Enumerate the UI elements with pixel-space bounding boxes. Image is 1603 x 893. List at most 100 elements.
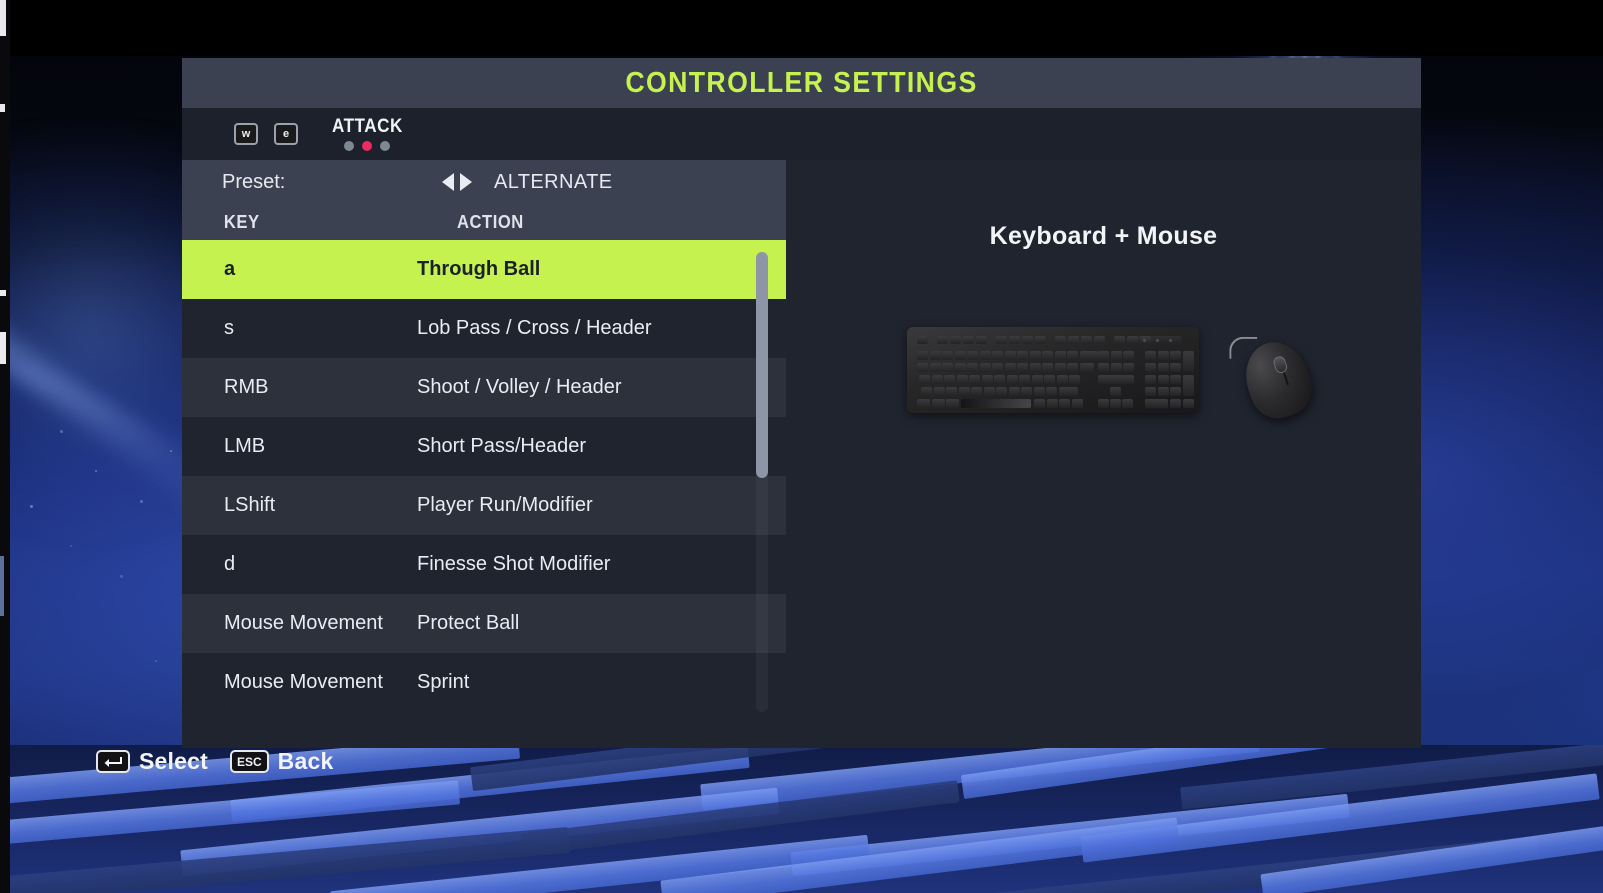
- keyboard-keycap: [1032, 375, 1043, 384]
- keyboard-keycap: [1047, 399, 1058, 408]
- row-key: RMB: [182, 376, 417, 399]
- keyboard-keycap: [1030, 351, 1041, 360]
- preset-next-arrow-icon[interactable]: [460, 173, 472, 191]
- keyboard-keycap: [1046, 387, 1057, 396]
- keybind-list[interactable]: a Through Ball s Lob Pass / Cross / Header R…: [182, 240, 786, 720]
- keyboard-keycap: [1044, 375, 1055, 384]
- keyboard-keycap: [963, 336, 974, 344]
- keyboard-keycap: [1094, 336, 1105, 344]
- row-action: Player Run/Modifier: [417, 494, 593, 517]
- keyboard-keycap: [1017, 363, 1028, 372]
- prev-tab-key-icon[interactable]: w: [234, 123, 258, 145]
- device-title: Keyboard + Mouse: [786, 222, 1421, 251]
- keyboard-keycap: [1034, 387, 1045, 396]
- device-illustration: [786, 303, 1421, 483]
- keyboard-keycap: [1110, 387, 1121, 396]
- row-key: LMB: [182, 435, 417, 458]
- row-key: Mouse Movement: [182, 612, 417, 635]
- table-row[interactable]: LMB Short Pass/Header: [182, 417, 786, 476]
- keyboard-keycap: [1030, 363, 1041, 372]
- keyboard-keycap: [955, 363, 966, 372]
- row-key: d: [182, 553, 417, 576]
- keyboard-keycap: [982, 375, 993, 384]
- table-row[interactable]: LShift Player Run/Modifier: [182, 476, 786, 535]
- keyboard-keycap: [1019, 375, 1030, 384]
- preset-selector[interactable]: Preset: ALTERNATE: [222, 160, 786, 204]
- keyboard-keycap: [930, 351, 941, 360]
- keyboard-keycap: [1122, 399, 1133, 408]
- row-action: Short Pass/Header: [417, 435, 586, 458]
- keyboard-keycap: [917, 351, 928, 360]
- keyboard-keycap: [1098, 399, 1109, 408]
- pager-dot-active[interactable]: [362, 141, 372, 151]
- keyboard-keycap: [1158, 375, 1169, 384]
- row-action: Lob Pass / Cross / Header: [417, 317, 652, 340]
- keyboard-keycap: [1042, 351, 1053, 360]
- pager-dot[interactable]: [344, 141, 354, 151]
- keyboard-keycap: [917, 336, 928, 344]
- keyboard-keycap: [1114, 336, 1125, 344]
- keyboard-keycap: [994, 375, 1005, 384]
- keyboard-keycap: [1110, 399, 1121, 408]
- table-row[interactable]: a Through Ball: [182, 240, 786, 299]
- keyboard-keycap: [996, 387, 1007, 396]
- keyboard-keycap: [1009, 336, 1020, 344]
- table-row[interactable]: Mouse Movement Protect Ball: [182, 594, 786, 653]
- preset-value: ALTERNATE: [494, 171, 612, 194]
- table-row[interactable]: Mouse Movement Sprint: [182, 653, 786, 712]
- keyboard-keycap: [980, 351, 991, 360]
- tab-attack[interactable]: ATTACK: [328, 117, 407, 151]
- table-row[interactable]: d Finesse Shot Modifier: [182, 535, 786, 594]
- row-action: Sprint: [417, 671, 469, 694]
- keyboard-keycap: [950, 336, 961, 344]
- keyboard-keycap: [1183, 399, 1194, 408]
- keyboard-keycap: [937, 336, 948, 344]
- table-row[interactable]: RMB Shoot / Volley / Header: [182, 358, 786, 417]
- keyboard-keycap: [1158, 363, 1169, 372]
- row-key: LShift: [182, 494, 417, 517]
- keyboard-keycap: [957, 375, 968, 384]
- keyboard-keycap: [1158, 351, 1169, 360]
- keyboard-led-panel: [1137, 336, 1181, 344]
- pager-dot[interactable]: [380, 141, 390, 151]
- keyboard-keycap: [1170, 375, 1181, 384]
- keyboard-keycap: [1170, 351, 1181, 360]
- controller-settings-dialog: CONTROLLER SETTINGS w e ATTACK Preset: A…: [182, 58, 1421, 748]
- row-key: a: [182, 258, 417, 281]
- keyboard-keycap: [932, 399, 945, 408]
- keyboard-keycap: [1111, 351, 1122, 360]
- preset-prev-arrow-icon[interactable]: [442, 173, 454, 191]
- keyboard-keycap: [1067, 351, 1078, 360]
- edge-marker: [0, 556, 4, 616]
- next-tab-key-icon[interactable]: e: [274, 123, 298, 145]
- keyboard-keycap: [1055, 336, 1066, 344]
- header-action: ACTION: [457, 212, 524, 233]
- scrollbar-thumb[interactable]: [756, 252, 768, 478]
- keyboard-keycap: [1123, 363, 1134, 372]
- keyboard-keycap: [1158, 387, 1169, 396]
- left-letterbox: [0, 0, 10, 893]
- keyboard-keycap: [917, 363, 928, 372]
- keyboard-keycap: [930, 363, 941, 372]
- keyboard-keycap: [1183, 351, 1194, 372]
- keyboard-keycap: [919, 375, 930, 384]
- row-key: Mouse Movement: [182, 671, 417, 694]
- keyboard-keycap: [1034, 399, 1045, 408]
- keyboard-keycap: [1170, 363, 1181, 372]
- keyboard-keycap: [1068, 336, 1079, 344]
- dialog-title-bar: CONTROLLER SETTINGS: [182, 58, 1421, 108]
- edge-marker: [0, 332, 6, 364]
- keyboard-keycap: [1123, 351, 1134, 360]
- keyboard-keycap: [1145, 351, 1156, 360]
- select-hint[interactable]: Select: [96, 748, 208, 775]
- keyboard-keycap: [1067, 363, 1078, 372]
- back-hint[interactable]: ESC Back: [230, 748, 333, 775]
- row-action: Through Ball: [417, 258, 540, 281]
- keyboard-keycap: [976, 336, 987, 344]
- keyboard-keycap: [969, 375, 980, 384]
- row-action: Shoot / Volley / Header: [417, 376, 622, 399]
- keyboard-keycap: [1098, 363, 1109, 372]
- keyboard-keycap: [1081, 336, 1092, 344]
- table-row[interactable]: s Lob Pass / Cross / Header: [182, 299, 786, 358]
- keyboard-keycap: [996, 336, 1007, 344]
